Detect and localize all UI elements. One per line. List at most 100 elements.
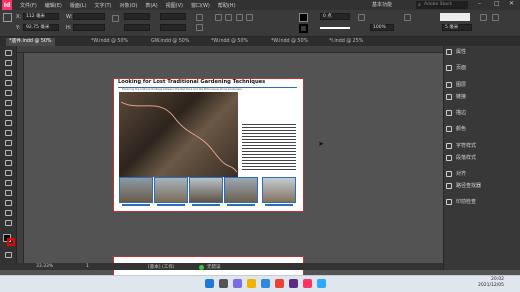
- gap-tool-icon[interactable]: [5, 80, 12, 86]
- menu-type[interactable]: 文字(T): [95, 2, 112, 9]
- menu-table[interactable]: 表(A): [145, 2, 157, 9]
- document-subheading[interactable]: Exploring the Cultural Heritage between …: [122, 88, 242, 91]
- caption-frame[interactable]: [227, 204, 255, 206]
- menu-edit[interactable]: 编辑(E): [45, 2, 62, 9]
- file-explorer-icon[interactable]: [247, 279, 256, 288]
- tab-document-2[interactable]: *W.indd @ 50%: [88, 38, 131, 46]
- selection-tool-icon[interactable]: [5, 50, 12, 56]
- opacity-field[interactable]: 100%: [370, 24, 394, 31]
- content-collector-icon[interactable]: [5, 90, 12, 96]
- free-transform-tool-icon[interactable]: [5, 170, 12, 176]
- stroke-weight-field[interactable]: 0 点: [320, 13, 350, 20]
- panel-character-styles[interactable]: 字符样式: [446, 141, 476, 150]
- line-tool-icon[interactable]: [5, 110, 12, 116]
- panel-links[interactable]: 链接: [446, 92, 466, 101]
- panel-stroke[interactable]: 描边: [446, 108, 466, 117]
- y-field[interactable]: 92.75 毫米: [23, 24, 59, 31]
- select-content-icon[interactable]: [225, 14, 232, 21]
- eyedropper-tool-icon[interactable]: [5, 200, 12, 206]
- menu-help[interactable]: 帮助(H): [218, 2, 236, 9]
- chrome-icon[interactable]: [275, 279, 284, 288]
- flip-vertical-icon[interactable]: [196, 24, 203, 31]
- menu-file[interactable]: 文件(F): [20, 2, 37, 9]
- menu-view[interactable]: 视图(V): [166, 2, 183, 9]
- stroke-type-preview[interactable]: [320, 27, 350, 29]
- tab-document-6[interactable]: *I.indd @ 25%: [326, 38, 366, 46]
- stroke-swatch[interactable]: [299, 24, 308, 33]
- align-left-icon[interactable]: [480, 14, 487, 21]
- tab-document-1[interactable]: *遗件.indd @ 50%: [6, 38, 55, 46]
- panel-pathfinder[interactable]: 路径查找器: [446, 181, 481, 190]
- reference-point-icon[interactable]: [3, 13, 12, 22]
- zoom-level[interactable]: 33.33%: [36, 264, 53, 269]
- thumbnail-image-1[interactable]: [119, 177, 153, 203]
- photoshop-taskbar-icon[interactable]: [317, 279, 326, 288]
- pencil-tool-icon[interactable]: [5, 130, 12, 136]
- zoom-tool-icon[interactable]: [5, 220, 12, 226]
- scale-x-field[interactable]: [124, 13, 150, 20]
- maximize-icon[interactable]: □: [494, 0, 500, 7]
- close-icon[interactable]: ✕: [509, 0, 514, 7]
- menu-window[interactable]: 窗口(W): [191, 2, 210, 9]
- workspace-switcher[interactable]: 基本功能: [372, 1, 392, 8]
- select-previous-icon[interactable]: [236, 14, 243, 21]
- tab-document-5[interactable]: *W.indd @ 50%: [268, 38, 311, 46]
- caption-frame[interactable]: [265, 204, 293, 206]
- thumbnail-image-2[interactable]: [154, 177, 188, 203]
- windows-start-icon[interactable]: [205, 279, 214, 288]
- search-input[interactable]: Adobe Stock: [416, 1, 468, 9]
- type-tool-icon[interactable]: [5, 100, 12, 106]
- hand-tool-icon[interactable]: [5, 210, 12, 216]
- task-search-icon[interactable]: [219, 279, 228, 288]
- spacing-field[interactable]: 5 毫米: [442, 24, 472, 31]
- direct-selection-tool-icon[interactable]: [5, 60, 12, 66]
- minimize-icon[interactable]: –: [478, 0, 481, 7]
- object-style-dropdown[interactable]: [440, 13, 470, 21]
- rectangle-frame-tool-icon[interactable]: [5, 140, 12, 146]
- gradient-tool-icon[interactable]: [5, 180, 12, 186]
- panel-align[interactable]: 对齐: [446, 169, 466, 178]
- caption-frame[interactable]: [157, 204, 185, 206]
- scissors-tool-icon[interactable]: [5, 160, 12, 166]
- system-clock[interactable]: 20:02 2021/12/05: [478, 277, 504, 289]
- x-field[interactable]: 112 毫米: [23, 13, 59, 20]
- preflight-profile[interactable]: [基本] (工作): [148, 264, 174, 270]
- text-column-frame[interactable]: [238, 92, 296, 177]
- tab-document-3[interactable]: GW.indd @ 50%: [148, 38, 192, 46]
- panel-pages[interactable]: 页面: [446, 63, 466, 72]
- caption-frame[interactable]: [192, 204, 220, 206]
- edge-browser-icon[interactable]: [261, 279, 270, 288]
- panel-color[interactable]: 颜色: [446, 124, 466, 133]
- tab-document-4[interactable]: *W.indd @ 50%: [208, 38, 251, 46]
- align-center-icon[interactable]: [492, 14, 499, 21]
- panel-properties[interactable]: 属性: [446, 47, 466, 56]
- select-container-icon[interactable]: [215, 14, 222, 21]
- shear-field[interactable]: [160, 24, 186, 31]
- constrain-link-icon[interactable]: [112, 15, 119, 22]
- preflight-errors[interactable]: 无错误: [207, 264, 221, 270]
- menu-layout[interactable]: 版面(L): [70, 2, 87, 9]
- flip-horizontal-icon[interactable]: [196, 14, 203, 21]
- menu-object[interactable]: 对象(O): [120, 2, 138, 9]
- thumbnail-image-5[interactable]: [262, 177, 296, 203]
- w-field[interactable]: [73, 13, 105, 20]
- auto-fit-icon[interactable]: [404, 14, 411, 21]
- thumbnail-image-4[interactable]: [224, 177, 258, 203]
- widgets-icon[interactable]: [233, 279, 242, 288]
- scale-y-field[interactable]: [124, 24, 150, 31]
- main-landscape-image[interactable]: [119, 92, 238, 177]
- panel-paragraph-styles[interactable]: 段落样式: [446, 153, 476, 162]
- stroke-color-swatch[interactable]: [7, 238, 15, 246]
- document-heading[interactable]: Looking for Lost Traditional Gardening T…: [118, 79, 265, 85]
- indesign-taskbar-icon[interactable]: [303, 279, 312, 288]
- h-field[interactable]: [73, 24, 105, 31]
- app-icon[interactable]: [289, 279, 298, 288]
- fill-swatch[interactable]: [299, 13, 308, 22]
- screen-mode-icon[interactable]: [5, 252, 12, 258]
- page-tool-icon[interactable]: [5, 70, 12, 76]
- note-tool-icon[interactable]: [5, 190, 12, 196]
- rotate-field[interactable]: [160, 13, 186, 20]
- panel-layers[interactable]: 图层: [446, 80, 466, 89]
- caption-frame[interactable]: [122, 204, 150, 206]
- panel-preflight[interactable]: 印前检查: [446, 197, 476, 206]
